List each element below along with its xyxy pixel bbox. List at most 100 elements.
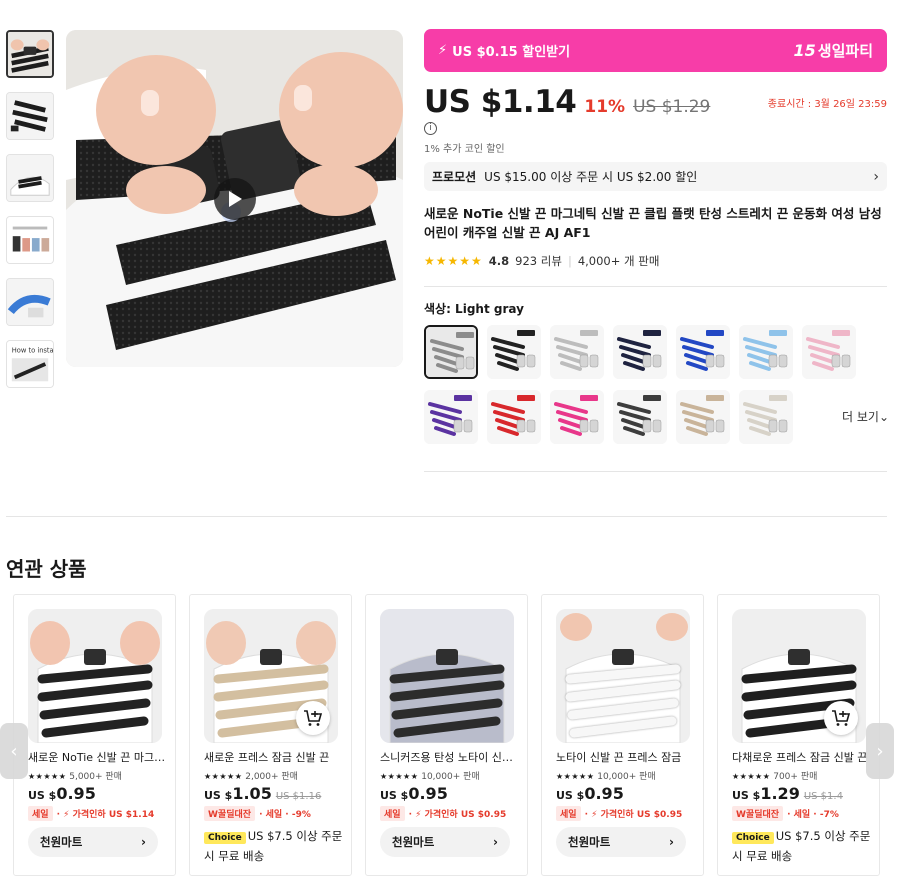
color-swatch[interactable] (676, 325, 730, 379)
rating-stars: ★★★★★ (732, 772, 771, 781)
more-colors-button[interactable]: 더 보기⌄ (842, 408, 889, 425)
tag-extra: · ⚡ 가격인하 US $0.95 (584, 810, 683, 820)
sold-count: 2,000+ 판매 (245, 772, 298, 782)
current-price: US $1.14 (424, 84, 577, 120)
add-to-cart-button[interactable] (824, 701, 858, 735)
related-product-card[interactable]: 스니커즈용 탄성 노타이 신발 끈 ★★★★★ 10,000+ 판매 US $0.9… (365, 594, 528, 876)
price-prefix: US $ (204, 789, 233, 802)
color-swatch[interactable] (550, 325, 604, 379)
sold-count: 5,000+ 판매 (69, 772, 122, 782)
product-thumbnail (380, 609, 514, 743)
cart-plus-icon (304, 710, 323, 726)
rating-score: 4.8 (488, 254, 510, 268)
card-price: US $1.29 US $1.4 (732, 784, 843, 803)
related-product-card[interactable]: 새로운 NoTie 신발 끈 마그네틱 ★★★★★ 5,000+ 판매 US $0.… (13, 594, 176, 876)
product-thumbnail (556, 609, 690, 743)
thumbnail-1[interactable] (6, 30, 54, 78)
sale-tag: 세일 (380, 806, 405, 821)
card-rating: ★★★★★ 5,000+ 판매 (28, 769, 122, 782)
thumbnail-strip: How to install (6, 30, 54, 402)
chevron-right-icon: › (669, 835, 674, 849)
related-product-card[interactable]: 다채로운 프레스 잠금 신발 끈 ★★★★★ 700+ 판매 US $1.29 US … (717, 594, 880, 876)
price-value: 1.05 (232, 784, 272, 803)
card-price: US $0.95 (556, 784, 624, 803)
thumbnail-4[interactable] (6, 216, 54, 264)
related-product-card[interactable]: 새로운 프레스 잠금 신발 끈 ★★★★★ 2,000+ 판매 US $1.05 US… (189, 594, 352, 876)
product-thumbnail (204, 609, 338, 743)
color-swatch[interactable] (424, 390, 478, 444)
price-prefix: US $ (732, 789, 761, 802)
product-name: 스니커즈용 탄성 노타이 신발 끈 (380, 751, 520, 764)
sale-tag: W꿀딜대잔 (204, 806, 256, 821)
card-tags: 세일 · ⚡ 가격인하 US $0.95 (556, 806, 701, 821)
coupon-banner[interactable]: ⚡ US $0.15 할인받기 15 생일파티 (424, 29, 887, 72)
store-name: 천원마트 (568, 835, 611, 849)
color-swatch[interactable] (550, 390, 604, 444)
rating-stars: ★★★★★ (424, 254, 483, 268)
sale-end-time: 종료시간 : 3월 26일 23:59 (767, 98, 887, 110)
discount-percent: 11% (584, 97, 626, 117)
color-swatch[interactable] (613, 390, 667, 444)
color-swatch[interactable] (613, 325, 667, 379)
carousel-next-button[interactable]: › (866, 723, 894, 779)
product-thumbnail (28, 609, 162, 743)
shipping-info: Choice US $7.5 이상 주문 시 무료 배송 (204, 827, 344, 865)
price-prefix: US $ (380, 789, 409, 802)
color-swatch[interactable] (424, 325, 478, 379)
sold-count: 10,000+ 판매 (421, 772, 480, 782)
main-product-image[interactable] (66, 30, 403, 367)
more-label: 더 보기 (842, 410, 879, 424)
product-thumbnail (732, 609, 866, 743)
product-name: 새로운 NoTie 신발 끈 마그네틱 (28, 751, 168, 764)
play-icon (229, 191, 242, 207)
related-product-card[interactable]: 노타이 신발 끈 프레스 잠금 ★★★★★ 10,000+ 판매 US $0.95 세… (541, 594, 704, 876)
sale-tag: W꿀딜대잔 (732, 806, 784, 821)
thumbnail-3[interactable] (6, 154, 54, 202)
choice-badge: Choice (732, 832, 774, 844)
price-value: 1.29 (760, 784, 800, 803)
sale-tag: 세일 (556, 806, 581, 821)
thumbnail-2[interactable] (6, 92, 54, 140)
thumb-6-caption: How to install (12, 347, 53, 355)
thumbnail-5[interactable] (6, 278, 54, 326)
original-price: US $1.29 (633, 97, 711, 117)
color-swatch[interactable] (739, 325, 793, 379)
promotion-tag: 프로모션 (432, 170, 477, 184)
store-button[interactable]: 천원마트 › (28, 827, 158, 857)
add-to-cart-button[interactable] (296, 701, 330, 735)
card-rating: ★★★★★ 700+ 판매 (732, 769, 817, 782)
color-swatch[interactable] (802, 325, 856, 379)
old-price: US $1.4 (803, 791, 843, 802)
color-swatch[interactable] (739, 390, 793, 444)
video-play-button[interactable] (214, 178, 256, 220)
thumbnail-6[interactable]: How to install (6, 340, 54, 388)
store-button[interactable]: 천원마트 › (556, 827, 686, 857)
carousel-prev-button[interactable]: ‹ (0, 723, 28, 779)
choice-badge: Choice (204, 832, 246, 844)
color-swatch[interactable] (487, 325, 541, 379)
price-value: 0.95 (584, 784, 624, 803)
sold-count: 4,000+ 개 판매 (577, 254, 660, 268)
price-value: 0.95 (56, 784, 96, 803)
price-prefix: US $ (28, 789, 57, 802)
tag-extra: · ⚡ 가격인하 US $0.95 (408, 810, 507, 820)
rating-stars: ★★★★★ (380, 772, 419, 781)
product-name: 새로운 프레스 잠금 신발 끈 (204, 751, 330, 764)
info-icon[interactable]: i (424, 122, 437, 135)
color-swatch[interactable] (676, 390, 730, 444)
store-button[interactable]: 천원마트 › (380, 827, 510, 857)
lightning-icon: ⚡ (438, 43, 448, 58)
divider (424, 471, 887, 472)
tag-extra: · ⚡ 가격인하 US $1.14 (56, 810, 155, 820)
product-name: 다채로운 프레스 잠금 신발 끈 (732, 751, 868, 764)
event-text: 생일파티 (817, 42, 873, 60)
divider (6, 516, 887, 517)
sale-tag: 세일 (28, 806, 53, 821)
card-rating: ★★★★★ 2,000+ 판매 (204, 769, 298, 782)
tag-extra: · 세일 · -7% (787, 810, 839, 820)
card-tags: W꿀딜대잔 · 세일 · -9% (204, 806, 349, 821)
promotion-bar[interactable]: 프로모션 US $15.00 이상 주문 시 US $2.00 할인 › (424, 162, 887, 191)
color-swatch[interactable] (487, 390, 541, 444)
review-count[interactable]: 923 리뷰 (515, 253, 562, 269)
coupon-text: US $0.15 할인받기 (452, 45, 571, 60)
